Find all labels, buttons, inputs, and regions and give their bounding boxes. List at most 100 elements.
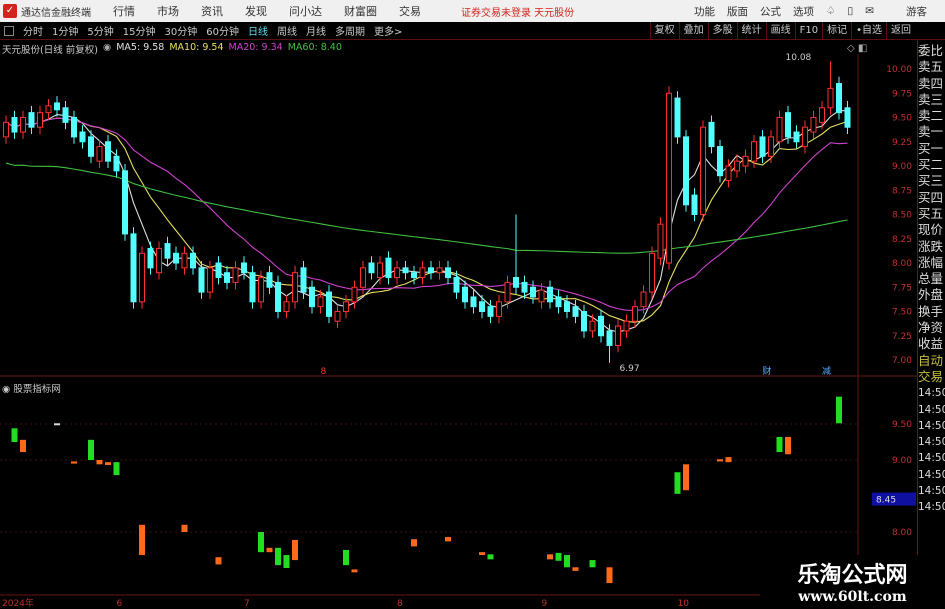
indicator-bar [54,423,60,426]
candle-body [785,112,791,138]
candle-body [105,141,111,162]
quote-panel-item[interactable]: 自动 [918,353,945,369]
candle-body [20,117,26,133]
candle-body [606,330,613,346]
quote-panel-item[interactable]: 14:50 [918,483,945,499]
candle-body [589,320,596,332]
kline-chart[interactable]: 10.00 9.75 9.50 9.25 9.00 8.75 8.50 8.25 8.00 7.7… [0,0,917,609]
candle-body [11,117,18,133]
indicator-bar [181,524,188,532]
candle-body [215,262,222,279]
candle-body [283,301,290,312]
candle-body [292,272,298,303]
candle-body [810,117,817,133]
indicator-bar [351,569,358,573]
quote-panel-item[interactable]: 14:50 [918,499,945,515]
quote-panel-item[interactable]: 买三 [918,173,945,189]
quote-panel-item[interactable]: 卖四 [918,76,945,92]
price-tick-label: 7.25 [892,332,912,342]
quote-panel-item[interactable]: 卖五 [918,59,945,75]
price-tick-label: 8.50 [892,211,912,221]
quote-panel-item[interactable]: 总量 [918,271,945,287]
ma10-value: MA10: 9.54 [169,42,224,53]
quote-panel-item[interactable]: 外盘 [918,287,945,303]
candle-body [470,296,477,308]
price-tick-label: 10.00 [886,65,912,75]
candle-body [3,121,9,138]
candle-body [62,107,69,123]
candle-body [224,272,230,283]
indicator-name: 股票指标网 [13,384,61,395]
quote-panel-item[interactable]: 14:50 [918,450,945,466]
indicator-bar [275,547,281,566]
indicator-bar [717,459,723,462]
quote-panel-item[interactable]: 净资 [918,320,945,336]
indicator-bar [283,555,290,568]
indicator-bar [487,554,494,560]
price-tick-label: 9.50 [892,114,912,124]
indicator-bar [785,436,791,455]
candle-body [844,107,851,128]
date-label: 10 [678,599,690,609]
quote-panel-item[interactable]: 14:50 [918,434,945,450]
quote-panel-item[interactable]: 14:50 [918,418,945,434]
price-tick-label: 8.75 [892,186,912,196]
indicator-bar [266,547,273,553]
candle-body [572,306,579,317]
diamond-icon[interactable]: ◇ [847,43,855,54]
candle-body [819,107,825,123]
candle-body [445,267,451,279]
candle-body [547,286,553,303]
quote-panel-item[interactable]: 14:50 [918,402,945,418]
panel-icon[interactable]: ◧ [858,43,867,54]
quote-panel-item[interactable]: 卖二 [918,108,945,124]
ma5-value: MA5: 9.58 [116,42,165,53]
price-tick-label: 8.00 [892,259,912,269]
indicator-bar [215,557,222,565]
quote-panel-item[interactable]: 买五 [918,206,945,222]
indicator-bar [674,472,681,494]
candle-body [674,97,681,138]
quote-panel-item[interactable]: 收益 [918,336,945,352]
quote-panel-item[interactable]: 14:50 [918,467,945,483]
collapse-icon[interactable]: ◉ [2,384,10,395]
candle-body [436,267,443,274]
date-label: 7 [244,599,250,609]
price-tick-label: 7.75 [892,283,912,293]
quote-panel-item[interactable]: 卖三 [918,92,945,108]
quote-panel-item[interactable]: 换手 [918,304,945,320]
collapse-icon[interactable]: ◉ [103,42,111,56]
quote-panel-item[interactable]: 涨跌 [918,239,945,255]
price-tick-label: 9.75 [892,89,912,99]
price-annotation: 6.97 [620,364,640,374]
chart-tools: ◇ ◧ [847,43,867,54]
candle-body [836,83,842,114]
indicator-bar [572,567,579,571]
price-annotation: 10.08 [786,53,812,63]
candle-body [96,146,103,162]
indicator-tick-label: 9.00 [892,456,912,466]
quote-panel-item[interactable]: 14:50 [918,385,945,401]
candle-body [521,281,528,293]
quote-panel-item[interactable]: 现价 [918,222,945,238]
stock-name: 天元股份(日线 前复权) [2,45,98,56]
candle-body [54,102,60,111]
candle-body [530,286,536,298]
quote-panel-item[interactable]: 交易 [918,369,945,385]
quote-panel-item[interactable]: 买一 [918,141,945,157]
candle-body [623,320,630,332]
candle-body [173,252,179,264]
candle-body [462,286,468,303]
quote-panel-item[interactable]: 买四 [918,190,945,206]
date-label: 6 [117,599,123,609]
indicator-title: ◉ 股票指标网 [2,381,61,395]
indicator-tick-label: 8.00 [892,528,912,538]
quote-panel-item[interactable]: 买二 [918,157,945,173]
indicator-bar [411,539,417,547]
quote-panel-item[interactable]: 卖一 [918,124,945,140]
quote-panel-item[interactable]: 涨幅 [918,255,945,271]
candle-body [581,311,587,332]
event-marker: 减 [822,365,831,377]
quote-panel-item[interactable]: 委比 [918,43,945,59]
candle-body [360,267,366,288]
